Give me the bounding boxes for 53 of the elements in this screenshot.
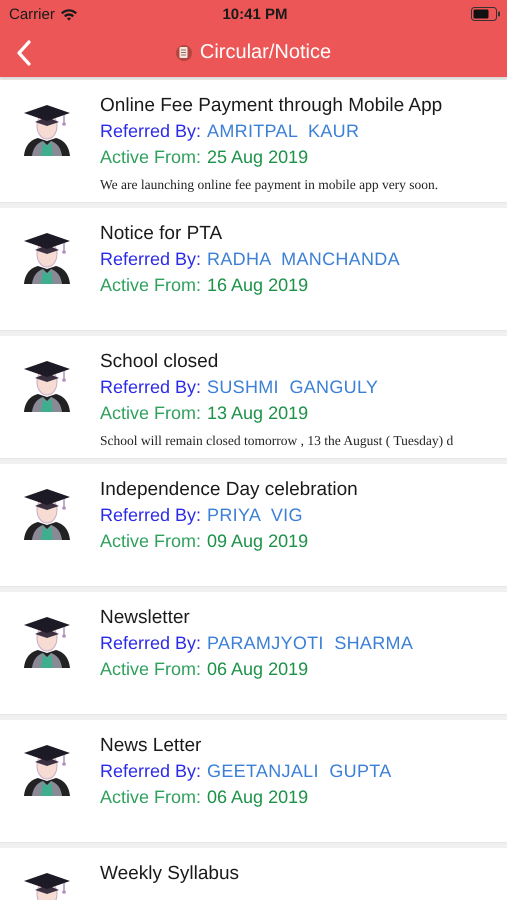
active-date: 13 Aug 2019 [207, 402, 308, 425]
carrier-label: Carrier [9, 6, 55, 22]
referrer-name: RADHA MANCHANDA [207, 248, 400, 271]
notice-title: Online Fee Payment through Mobile App [100, 94, 442, 117]
referrer-name: SUSHMI GANGULY [207, 376, 378, 399]
battery-icon [470, 7, 501, 21]
graduate-avatar-icon [22, 230, 72, 284]
graduate-avatar-icon [22, 486, 72, 540]
active-from-label: Active From: [100, 146, 202, 169]
referred-by-label: Referred By: [100, 120, 202, 143]
clock-time: 10:41 PM [222, 6, 288, 22]
referred-by-label: Referred By: [100, 248, 202, 271]
graduate-avatar-icon [22, 742, 72, 796]
referred-by-label: Referred By: [100, 632, 202, 655]
active-date: 06 Aug 2019 [207, 786, 308, 809]
wifi-icon [60, 8, 78, 20]
referrer-name: PRIYA VIG [207, 504, 303, 527]
active-from-label: Active From: [100, 402, 202, 425]
referrer-name: PARAMJYOTI SHARMA [207, 632, 414, 655]
notice-title: Notice for PTA [100, 222, 224, 245]
notice-title: Independence Day celebration [100, 478, 358, 501]
active-from-label: Active From: [100, 274, 202, 297]
notice-card[interactable]: Online Fee Payment through Mobile App Referred By: AMRITPAL KAUR Active From: 25 Aug 2019 We are launching online fee payment in mobile app very soon. [0, 80, 507, 203]
screen-title: Circular/Notice [200, 41, 332, 64]
notice-title: Newsletter [100, 606, 191, 629]
notice-card[interactable]: Newsletter Referred By: PARAMJYOTI SHARMA Active From: 06 Aug 2019 [0, 592, 507, 715]
notice-title: News Letter [100, 734, 202, 757]
notice-description: School will remain closed tomorrow , 13 the August ( Tuesday) d [100, 433, 454, 449]
notice-card[interactable]: Weekly Syllabus [0, 848, 507, 900]
notice-description: We are launching online fee payment in mobile app very soon. [100, 177, 440, 193]
referred-by-label: Referred By: [100, 376, 202, 399]
active-from-label: Active From: [100, 786, 202, 809]
referrer-name: GEETANJALI GUPTA [207, 760, 392, 783]
notice-title: School closed [100, 350, 220, 373]
referred-by-label: Referred By: [100, 504, 202, 527]
referrer-name: AMRITPAL KAUR [207, 120, 360, 143]
active-date: 16 Aug 2019 [207, 274, 308, 297]
active-date: 09 Aug 2019 [207, 530, 308, 553]
referred-by-label: Referred By: [100, 760, 202, 783]
back-icon[interactable] [16, 40, 32, 66]
document-icon [176, 44, 192, 62]
notice-card[interactable]: News Letter Referred By: GEETANJALI GUPTA Active From: 06 Aug 2019 [0, 720, 507, 843]
graduate-avatar-icon [22, 614, 72, 668]
active-date: 06 Aug 2019 [207, 658, 308, 681]
graduate-avatar-icon [22, 358, 72, 412]
active-from-label: Active From: [100, 530, 202, 553]
active-from-label: Active From: [100, 658, 202, 681]
active-date: 25 Aug 2019 [207, 146, 308, 169]
notice-card[interactable]: School closed Referred By: SUSHMI GANGULY Active From: 13 Aug 2019 School will remain closed tomorrow , 13 the August ( Tuesday) d [0, 336, 507, 459]
notice-card[interactable]: Independence Day celebration Referred By: PRIYA VIG Active From: 09 Aug 2019 [0, 464, 507, 587]
notice-card[interactable]: Notice for PTA Referred By: RADHA MANCHANDA Active From: 16 Aug 2019 [0, 208, 507, 331]
notice-title: Weekly Syllabus [100, 862, 240, 885]
graduate-avatar-icon [22, 102, 72, 156]
